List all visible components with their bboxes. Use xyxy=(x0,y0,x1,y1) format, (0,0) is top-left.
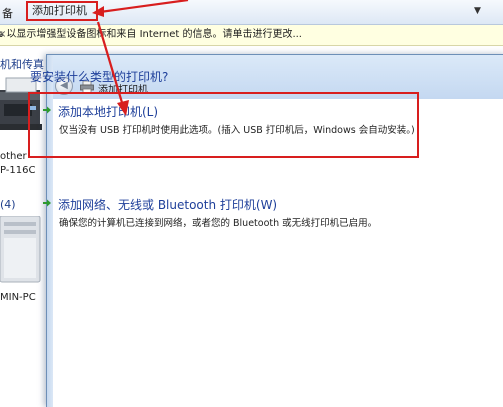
explorer-toolbar: 备 添加打印机 ▼ xyxy=(0,0,503,25)
add-network-printer-description: 确保您的计算机已连接到网络，或者您的 Bluetooth 或无线打印机已启用。 xyxy=(59,218,378,229)
dropdown-icon[interactable]: ▼ xyxy=(474,6,481,16)
printer-label-line2: P-116C xyxy=(0,165,36,176)
close-icon[interactable]: × xyxy=(0,25,6,45)
info-bar-text: s 以显示增强型设备图标和来自 Internet 的信息。请单击进行更改... xyxy=(0,29,302,40)
info-bar[interactable]: s 以显示增强型设备图标和来自 Internet 的信息。请单击进行更改... … xyxy=(0,25,503,46)
computer-icon[interactable] xyxy=(0,216,42,284)
devices-count: (4) xyxy=(0,198,16,211)
dialog-question: 要安装什么类型的打印机? xyxy=(30,70,169,84)
green-arrow-icon xyxy=(43,106,51,114)
printer-label-line1: other xyxy=(0,151,27,162)
add-printer-button[interactable]: 添加打印机 xyxy=(26,1,98,21)
green-arrow-icon xyxy=(43,199,51,207)
add-local-printer-option[interactable]: 添加本地打印机(L) xyxy=(58,103,158,120)
toolbar-left-item[interactable]: 备 xyxy=(2,5,13,21)
add-network-printer-option[interactable]: 添加网络、无线或 Bluetooth 打印机(W) xyxy=(58,196,277,213)
computer-label: MIN-PC xyxy=(0,292,36,303)
add-local-printer-description: 仅当没有 USB 打印机时使用此选项。(插入 USB 打印机后，Windows … xyxy=(59,125,415,136)
